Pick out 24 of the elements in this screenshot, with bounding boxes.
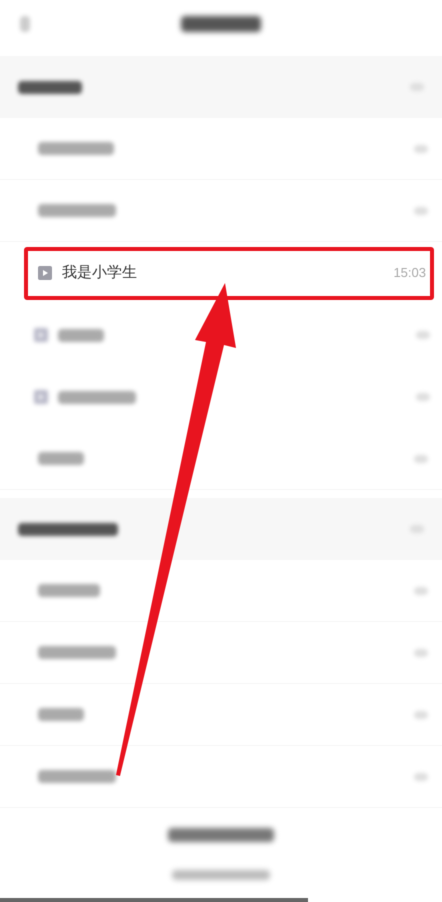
play-icon	[34, 390, 48, 404]
lesson-duration: 15:03	[393, 264, 426, 282]
blurred-chevron-icon	[410, 525, 424, 533]
blurred-text	[38, 584, 100, 597]
blurred-chevron-icon	[416, 393, 430, 401]
play-icon	[38, 266, 52, 280]
blurred-text	[38, 708, 84, 721]
blurred-chevron-icon	[414, 710, 428, 718]
section-header[interactable]	[0, 56, 442, 118]
section-header[interactable]	[0, 498, 442, 560]
blurred-chevron-icon	[414, 144, 428, 152]
blurred-chevron-icon	[414, 206, 428, 214]
blurred-text	[18, 80, 82, 94]
blurred-chevron-icon	[414, 454, 428, 462]
blurred-chevron-icon	[414, 772, 428, 780]
highlight-frame[interactable]: 我是小学生 15:03	[24, 246, 434, 300]
lesson-title: 我是小学生	[62, 262, 138, 283]
blurred-chevron-icon	[416, 331, 430, 339]
blurred-chevron-icon	[414, 648, 428, 656]
blurred-text	[58, 328, 104, 342]
blurred-chevron-icon	[414, 586, 428, 594]
play-icon	[34, 328, 48, 342]
blurred-chevron-icon	[410, 83, 424, 91]
blurred-text	[38, 452, 84, 465]
